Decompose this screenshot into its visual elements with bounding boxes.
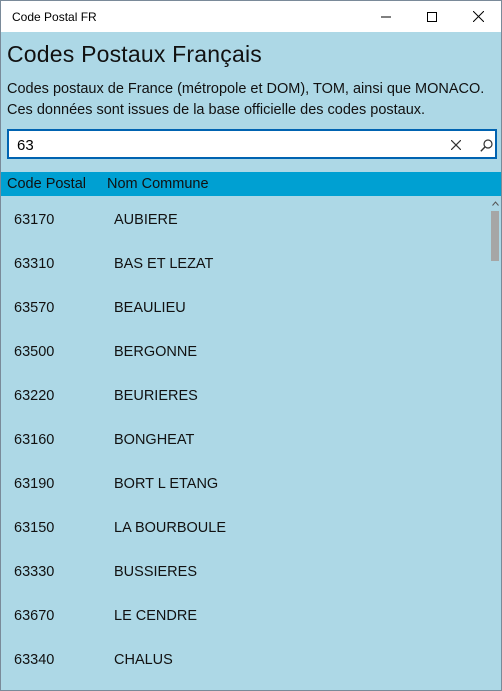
- description-line-1: Codes postaux de France (métropole et DO…: [7, 81, 485, 97]
- search-button[interactable]: [475, 134, 497, 156]
- scrollbar-thumb[interactable]: [491, 211, 499, 261]
- chevron-up-icon: [491, 200, 499, 206]
- app-window: Code Postal FR Codes Postaux Français Co…: [0, 0, 502, 691]
- list-item[interactable]: 63500 BERGONNE: [1, 328, 489, 372]
- commune-name: BORT L ETANG: [114, 476, 219, 492]
- title-bar[interactable]: Code Postal FR: [1, 1, 501, 32]
- list-scrollbar[interactable]: [489, 196, 501, 690]
- commune-name: BAS ET LEZAT: [114, 256, 214, 272]
- search-icon: [479, 138, 493, 152]
- maximize-button[interactable]: [409, 1, 455, 32]
- postal-code: 63170: [14, 212, 55, 228]
- search-box[interactable]: [7, 129, 497, 159]
- results-list[interactable]: 63170 AUBIERE 63310 BAS ET LEZAT 63570 B…: [1, 196, 489, 690]
- commune-name: BONGHEAT: [114, 432, 195, 448]
- column-header-code[interactable]: Code Postal: [7, 176, 86, 192]
- page-title: Codes Postaux Français: [7, 41, 262, 67]
- minimize-button[interactable]: [363, 1, 409, 32]
- postal-code: 63220: [14, 388, 55, 404]
- close-button[interactable]: [455, 1, 501, 32]
- list-item[interactable]: 63150 LA BOURBOULE: [1, 504, 489, 548]
- postal-code: 63340: [14, 652, 55, 668]
- column-header-nom[interactable]: Nom Commune: [107, 176, 209, 192]
- commune-name: CHALUS: [114, 652, 173, 668]
- list-item[interactable]: 63310 BAS ET LEZAT: [1, 240, 489, 284]
- close-icon: [472, 11, 484, 22]
- scroll-up-button[interactable]: [489, 196, 501, 210]
- list-item[interactable]: 63220 BEURIERES: [1, 372, 489, 416]
- window-title: Code Postal FR: [12, 10, 97, 24]
- column-header: Code Postal Nom Commune: [1, 172, 501, 196]
- postal-code: 63190: [14, 476, 55, 492]
- list-item[interactable]: 63190 BORT L ETANG: [1, 460, 489, 504]
- description-line-2: Ces données sont issues de la base offic…: [7, 102, 426, 118]
- commune-name: BEURIERES: [114, 388, 198, 404]
- list-item[interactable]: 63670 LE CENDRE: [1, 592, 489, 636]
- postal-code: 63310: [14, 256, 55, 272]
- postal-code: 63670: [14, 608, 55, 624]
- commune-name: BEAULIEU: [114, 300, 186, 316]
- commune-name: LA BOURBOULE: [114, 520, 227, 536]
- postal-code: 63150: [14, 520, 55, 536]
- postal-code: 63160: [14, 432, 55, 448]
- commune-name: AUBIERE: [114, 212, 178, 228]
- commune-name: LE CENDRE: [114, 608, 197, 624]
- maximize-icon: [427, 11, 437, 22]
- commune-name: BERGONNE: [114, 344, 197, 360]
- postal-code: 63330: [14, 564, 55, 580]
- list-item[interactable]: 63340 CHALUS: [1, 636, 489, 680]
- minimize-icon: [381, 16, 391, 17]
- commune-name: BUSSIERES: [114, 564, 197, 580]
- postal-code: 63500: [14, 344, 55, 360]
- list-item[interactable]: 63170 AUBIERE: [1, 196, 489, 240]
- list-item[interactable]: 63330 BUSSIERES: [1, 548, 489, 592]
- postal-code: 63570: [14, 300, 55, 316]
- search-input[interactable]: [17, 134, 417, 156]
- list-item[interactable]: 63160 BONGHEAT: [1, 416, 489, 460]
- list-item[interactable]: 63570 BEAULIEU: [1, 284, 489, 328]
- clear-icon: [451, 140, 461, 150]
- clear-search-button[interactable]: [445, 134, 467, 156]
